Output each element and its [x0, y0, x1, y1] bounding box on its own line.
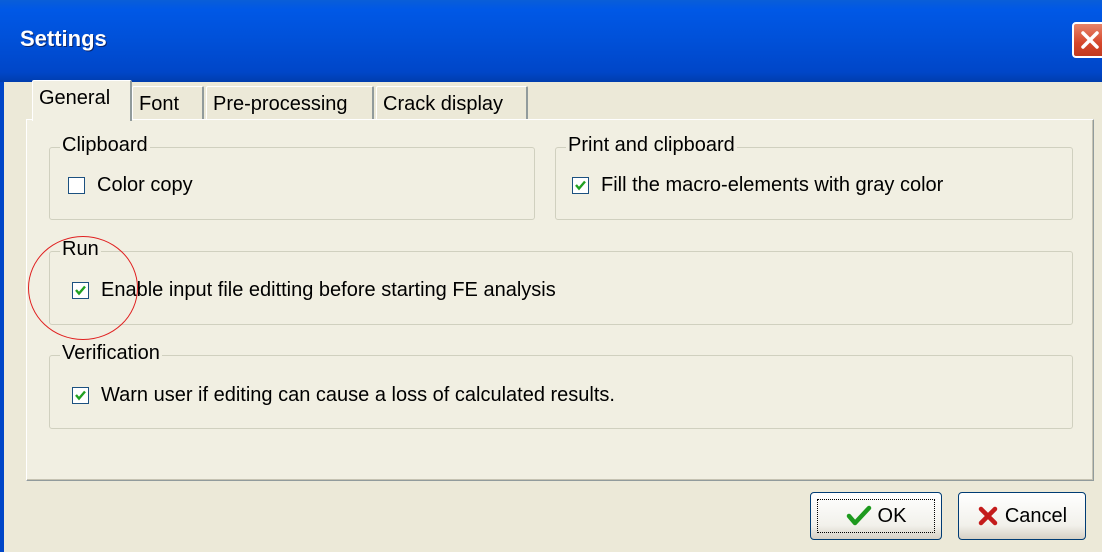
tab-pre-processing-label: Pre-processing [213, 93, 348, 115]
group-print-clipboard-title: Print and clipboard [566, 134, 737, 157]
tab-font-label: Font [139, 93, 180, 115]
cancel-button[interactable]: Cancel [958, 492, 1086, 540]
group-run-title: Run [60, 238, 101, 261]
fill-macro-elements-checkbox[interactable] [572, 177, 589, 194]
fill-macro-elements-checkbox-row[interactable]: Fill the macro-elements with gray color [572, 174, 943, 197]
enable-input-editing-label: Enable input file editting before starti… [101, 279, 556, 301]
tab-pre-processing[interactable]: Pre-processing [206, 86, 374, 120]
group-clipboard: Clipboard Color copy [49, 134, 535, 220]
warn-user-checkbox-row[interactable]: Warn user if editing can cause a loss of… [72, 384, 615, 407]
tab-crack-display[interactable]: Crack display [376, 86, 528, 120]
tab-general-label: General [39, 87, 111, 109]
warn-user-checkbox[interactable] [72, 387, 89, 404]
window-title: Settings [20, 26, 107, 51]
checkmark-icon [75, 390, 86, 401]
color-copy-checkbox-row[interactable]: Color copy [68, 174, 193, 197]
fill-macro-elements-label: Fill the macro-elements with gray color [601, 174, 944, 196]
window-frame-left [0, 82, 4, 552]
checkmark-icon [575, 180, 586, 191]
group-print-and-clipboard: Print and clipboard Fill the macro-eleme… [555, 134, 1073, 220]
tab-panel-general: Clipboard Color copy Print and clipboard… [26, 119, 1094, 481]
warn-user-label: Warn user if editing can cause a loss of… [101, 384, 615, 406]
enable-input-editing-checkbox-row[interactable]: Enable input file editting before starti… [72, 279, 556, 302]
close-icon [1081, 31, 1099, 49]
cancel-button-label: Cancel [1004, 504, 1068, 527]
close-button[interactable] [1072, 22, 1102, 58]
title-bar[interactable]: Settings [0, 0, 1102, 82]
ok-button[interactable]: OK [810, 492, 942, 540]
tab-general[interactable]: General [32, 80, 132, 121]
focus-rectangle [817, 499, 935, 533]
group-clipboard-title: Clipboard [60, 134, 150, 157]
group-verification-title: Verification [60, 342, 162, 365]
enable-input-editing-checkbox[interactable] [72, 282, 89, 299]
checkmark-icon [75, 285, 86, 296]
tab-font[interactable]: Font [132, 86, 204, 120]
red-x-icon [977, 505, 999, 527]
tab-crack-display-label: Crack display [383, 93, 504, 115]
group-run: Run Enable input file editting before st… [49, 238, 1073, 325]
group-verification: Verification Warn user if editing can ca… [49, 342, 1073, 429]
color-copy-checkbox[interactable] [68, 177, 85, 194]
color-copy-label: Color copy [97, 174, 193, 196]
